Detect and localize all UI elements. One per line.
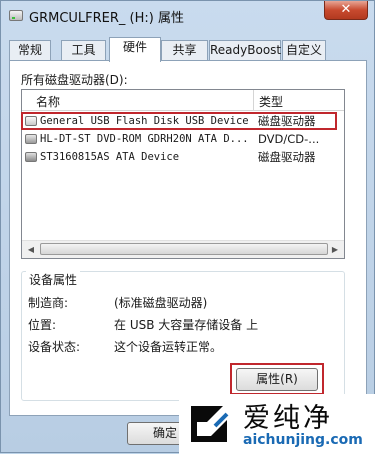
scrollbar-thumb[interactable]: [40, 243, 328, 255]
status-label: 设备状态:: [28, 340, 81, 354]
location-value: 在 USB 大容量存储设备 上: [114, 318, 259, 332]
scroll-left-icon[interactable]: ◀: [23, 242, 39, 257]
all-drives-label: 所有磁盘驱动器(D):: [21, 73, 128, 87]
tab-customize[interactable]: 自定义: [282, 40, 326, 61]
manufacturer-value: (标准磁盘驱动器): [114, 296, 208, 310]
column-divider[interactable]: [253, 90, 254, 110]
hard-disk-icon: [25, 152, 37, 162]
group-title: 设备属性: [26, 271, 81, 288]
location-label: 位置:: [28, 318, 57, 332]
watermark-logo-icon: [191, 406, 229, 442]
usb-drive-icon: [9, 10, 23, 21]
tab-bar: 常规 工具 硬件 共享 ReadyBoost 自定义: [9, 37, 367, 62]
list-item[interactable]: ST3160815AS ATA Device 磁盘驱动器: [22, 149, 344, 165]
tab-general[interactable]: 常规: [9, 40, 51, 61]
device-type: 磁盘驱动器: [258, 150, 316, 164]
column-header-type[interactable]: 类型: [259, 93, 283, 110]
manufacturer-label: 制造商:: [28, 296, 69, 310]
properties-dialog: GRMCULFRER_ (H:) 属性 ✕ 常规 工具 硬件 共享 ReadyB…: [0, 0, 375, 454]
device-name: HL-DT-ST DVD-ROM GDRH20N ATA D...: [40, 133, 249, 145]
drive-list[interactable]: 名称 类型 General USB Flash Disk USB Device …: [21, 89, 345, 259]
status-value: 这个设备运转正常。: [114, 340, 223, 354]
tab-tools[interactable]: 工具: [61, 40, 106, 61]
tab-readyboost[interactable]: ReadyBoost: [209, 40, 281, 61]
list-item[interactable]: HL-DT-ST DVD-ROM GDRH20N ATA D... DVD/CD…: [22, 131, 344, 147]
watermark: 爱纯净 aichunjing.com: [179, 394, 375, 454]
watermark-url-text: aichunjing.com: [243, 432, 363, 448]
list-header: 名称 类型: [22, 90, 344, 111]
device-name: ST3160815AS ATA Device: [40, 151, 180, 163]
hardware-panel: 所有磁盘驱动器(D): 名称 类型 General USB Flash Disk…: [9, 60, 367, 416]
device-type: 磁盘驱动器: [258, 114, 316, 128]
device-type: DVD/CD-...: [258, 132, 320, 146]
close-button[interactable]: ✕: [324, 1, 368, 20]
scroll-right-icon[interactable]: ▶: [327, 242, 343, 257]
title-bar[interactable]: GRMCULFRER_ (H:) 属性 ✕: [1, 1, 374, 31]
properties-button[interactable]: 属性(R): [236, 368, 318, 391]
window-title: GRMCULFRER_ (H:) 属性: [29, 11, 184, 26]
watermark-cn-text: 爱纯净: [243, 403, 333, 434]
device-name: General USB Flash Disk USB Device: [40, 115, 249, 127]
list-item[interactable]: General USB Flash Disk USB Device 磁盘驱动器: [21, 112, 344, 130]
horizontal-scrollbar[interactable]: ◀ ▶: [22, 240, 344, 258]
tab-hardware[interactable]: 硬件: [109, 37, 161, 62]
column-header-name[interactable]: 名称: [36, 93, 60, 110]
tab-sharing[interactable]: 共享: [161, 40, 208, 61]
usb-drive-icon: [25, 116, 37, 126]
dvd-drive-icon: [25, 134, 37, 144]
